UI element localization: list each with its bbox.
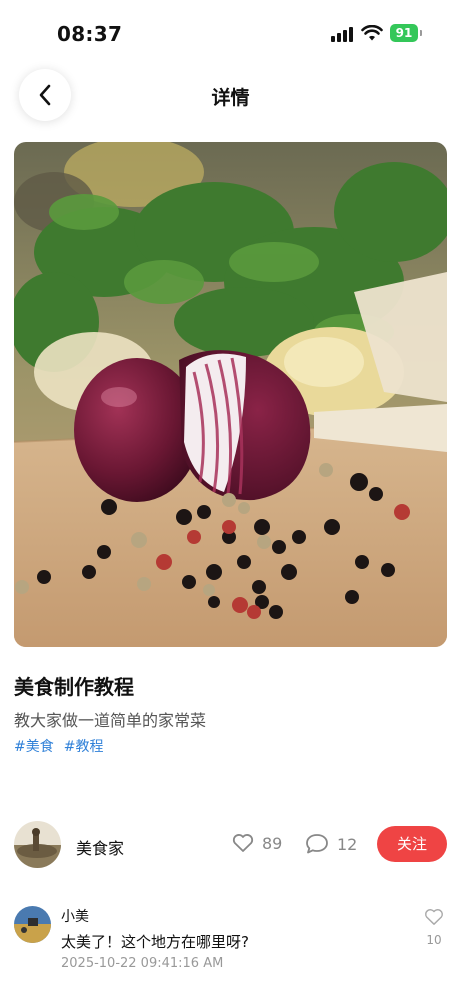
battery-cap xyxy=(420,30,422,36)
page-title: 详情 xyxy=(211,87,250,109)
commenter-avatar[interactable] xyxy=(14,906,51,943)
comment-like-button[interactable]: 10 xyxy=(421,908,447,947)
comment-item: 小美 太美了！这个地方在哪里呀? 2025-10-22 09:41:16 AM … xyxy=(14,904,447,984)
author-name[interactable]: 美食家 xyxy=(76,835,124,859)
tag-tutorial[interactable]: #教程 xyxy=(64,736,104,756)
comment-text: 太美了！这个地方在哪里呀? xyxy=(61,933,249,951)
tag-food[interactable]: #美食 xyxy=(14,736,54,756)
like-button[interactable]: 89 xyxy=(232,833,282,853)
post-description: 教大家做一道简单的家常菜 xyxy=(14,711,207,730)
commenter-name[interactable]: 小美 xyxy=(61,906,89,926)
cellular-signal-icon xyxy=(331,26,353,42)
comment-button[interactable]: 12 xyxy=(305,833,357,855)
comment-count: 12 xyxy=(337,834,358,854)
battery-icon: 91 xyxy=(390,24,418,42)
battery-level: 91 xyxy=(395,26,413,40)
comment-time: 2025-10-22 09:41:16 AM xyxy=(61,956,224,971)
comment-icon xyxy=(306,834,328,854)
like-count: 89 xyxy=(262,833,283,853)
post-image[interactable] xyxy=(14,142,447,647)
status-bar: 08:37 91 xyxy=(0,0,461,62)
author-avatar-image xyxy=(14,821,61,868)
heart-icon xyxy=(425,909,443,925)
follow-button[interactable]: 关注 xyxy=(377,826,447,862)
heart-icon xyxy=(232,834,254,852)
post-title: 美食制作教程 xyxy=(14,675,134,699)
food-photo xyxy=(14,142,447,647)
commenter-avatar-image xyxy=(14,906,51,943)
comment-like-count: 10 xyxy=(426,933,442,947)
wifi-icon xyxy=(361,25,383,41)
author-row: 美食家 89 12 关注 xyxy=(14,821,447,869)
author-avatar[interactable] xyxy=(14,821,61,868)
status-time: 08:37 xyxy=(57,22,123,46)
tag-list: #美食 #教程 xyxy=(14,736,103,756)
